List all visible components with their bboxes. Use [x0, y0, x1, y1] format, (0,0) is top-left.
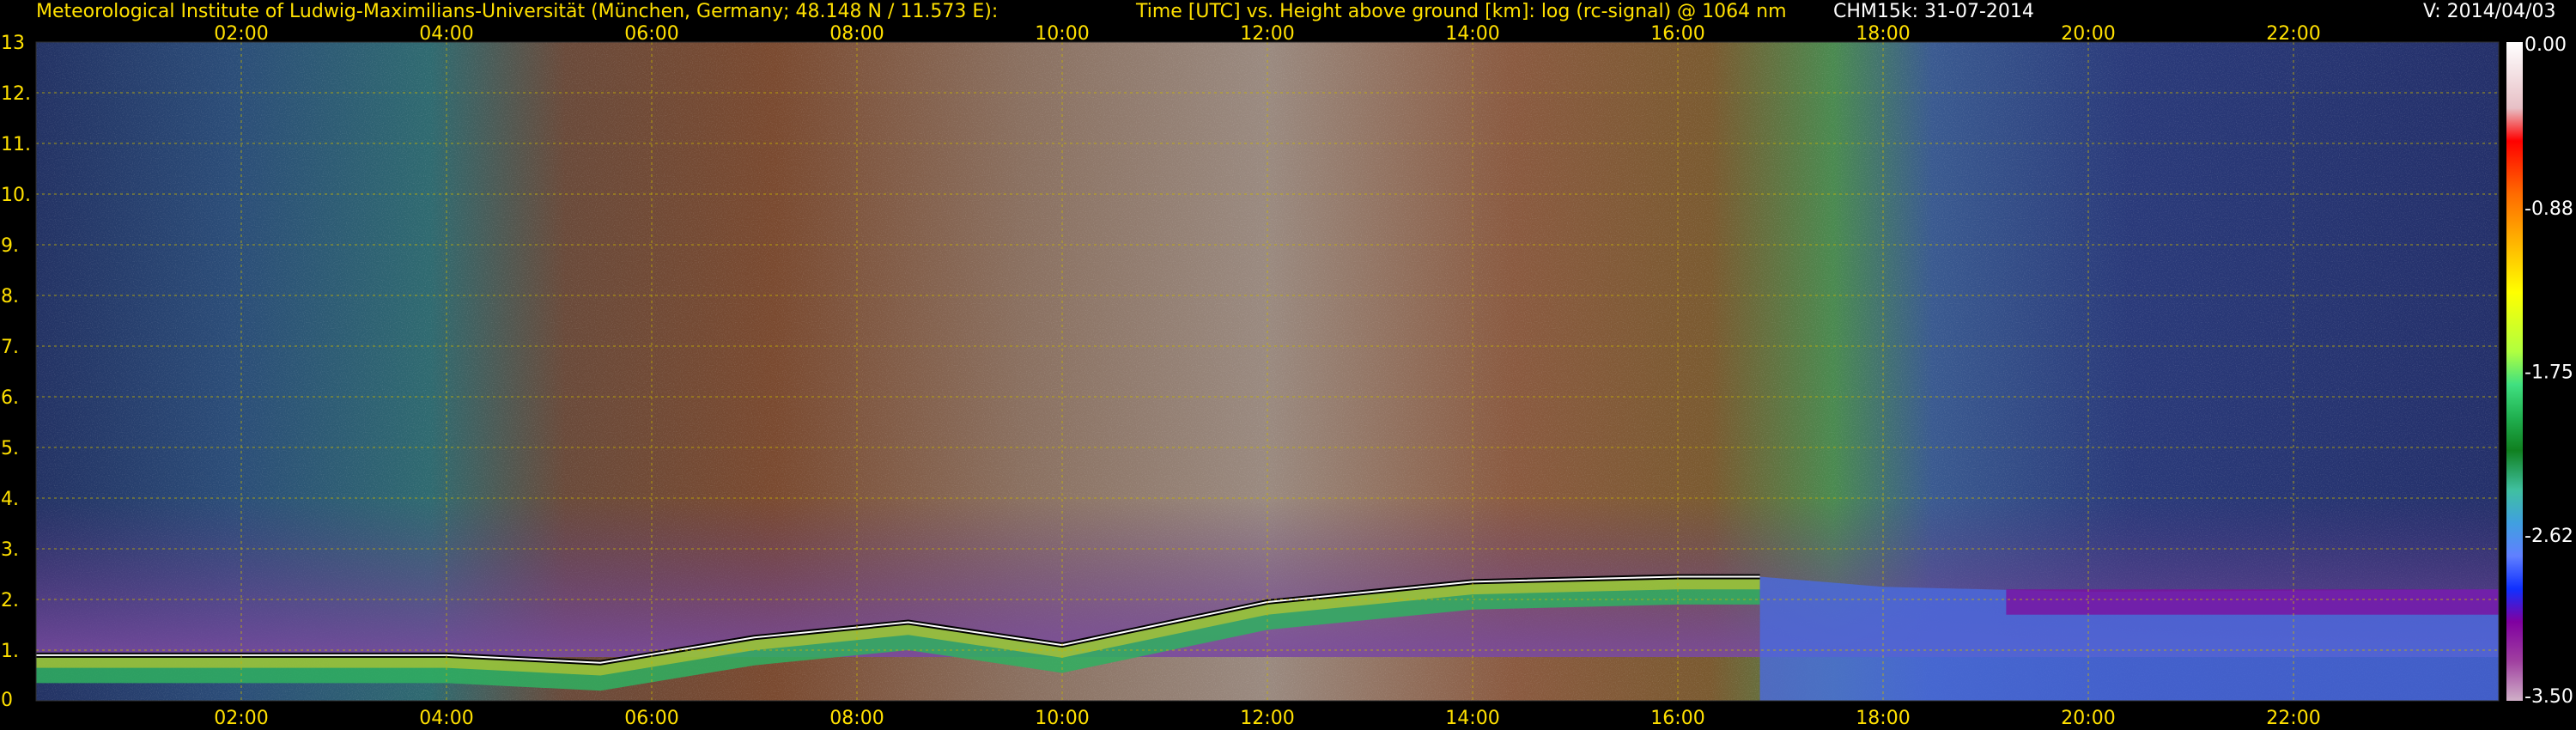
- y-tick-label: 6.: [1, 387, 19, 409]
- colorbar-label: 0.00: [2524, 34, 2567, 56]
- y-tick-label: 5.: [1, 438, 19, 459]
- colorbar-labels: 0.00 -0.88 -1.75 -2.62 -3.50: [2524, 34, 2573, 708]
- x-tick-label-bottom: 16:00: [1650, 708, 1704, 729]
- colorbar: [2506, 42, 2523, 701]
- x-tick-label-bottom: 04:00: [419, 708, 473, 729]
- x-tick-label-bottom: 08:00: [829, 708, 884, 729]
- y-tick-label: 1.: [1, 641, 19, 662]
- y-tick-label: 8.: [1, 286, 19, 307]
- x-tick-label-top: 16:00: [1650, 23, 1704, 45]
- colorbar-label: -2.62: [2524, 526, 2573, 547]
- x-axis-bottom: 02:00 04:00 06:00 08:00 10:00 12:00 14:00 16:00…: [214, 708, 2320, 729]
- y-tick-label: 9.: [1, 235, 19, 257]
- x-axis-top: 02:00 04:00 06:00 08:00 10:00 12:00 14:00 16:00…: [214, 23, 2320, 45]
- y-tick-label: 11.: [1, 134, 31, 155]
- x-tick-label-top: 06:00: [624, 23, 678, 45]
- y-tick-label: 13: [1, 33, 25, 54]
- x-tick-label-bottom: 06:00: [624, 708, 678, 729]
- colorbar-label: -3.50: [2524, 686, 2573, 708]
- y-tick-label: 0: [1, 690, 13, 711]
- y-tick-label: 4.: [1, 489, 19, 510]
- heatmap-svg: 02:00 04:00 06:00 08:00 10:00 12:00 14:00 16:00…: [1, 23, 2573, 729]
- ceilometer-plot: Meteorological Institute of Ludwig-Maxim…: [0, 0, 2576, 730]
- x-tick-label-top: 18:00: [1856, 23, 1910, 45]
- x-tick-label-bottom: 12:00: [1240, 708, 1294, 729]
- y-tick-label: 7.: [1, 337, 19, 358]
- residual-layer-top: [2006, 589, 2499, 615]
- y-axis: 0 1. 2. 3. 4. 5. 6. 7. 8. 9. 10. 11. 12. 13: [1, 33, 31, 711]
- colorbar-label: -0.88: [2524, 198, 2573, 220]
- x-tick-label-bottom: 18:00: [1856, 708, 1910, 729]
- x-tick-label-top: 02:00: [214, 23, 268, 45]
- x-tick-label-top: 08:00: [829, 23, 884, 45]
- y-tick-label: 12.: [1, 83, 31, 105]
- x-tick-label-bottom: 14:00: [1445, 708, 1499, 729]
- x-tick-label-top: 10:00: [1035, 23, 1089, 45]
- x-tick-label-bottom: 10:00: [1035, 708, 1089, 729]
- x-tick-label-top: 22:00: [2266, 23, 2320, 45]
- x-tick-label-bottom: 20:00: [2061, 708, 2115, 729]
- colorbar-label: -1.75: [2524, 362, 2573, 384]
- y-tick-label: 2.: [1, 590, 19, 611]
- x-tick-label-bottom: 02:00: [214, 708, 268, 729]
- x-tick-label-top: 04:00: [419, 23, 473, 45]
- y-tick-label: 3.: [1, 539, 19, 561]
- y-tick-label: 10.: [1, 185, 31, 206]
- x-tick-label-top: 12:00: [1240, 23, 1294, 45]
- x-tick-label-bottom: 22:00: [2266, 708, 2320, 729]
- x-tick-label-top: 14:00: [1445, 23, 1499, 45]
- x-tick-label-top: 20:00: [2061, 23, 2115, 45]
